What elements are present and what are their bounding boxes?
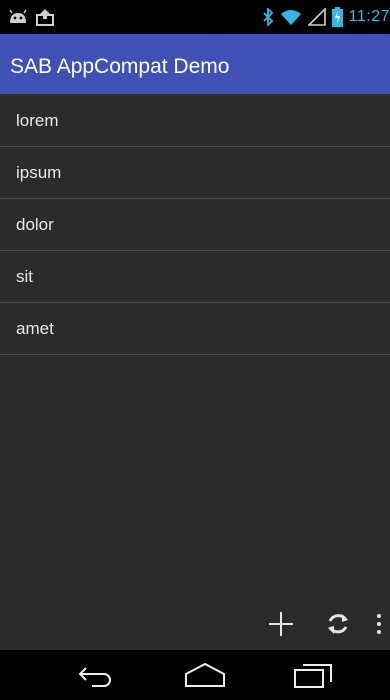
battery-charging-icon bbox=[331, 7, 343, 27]
add-icon[interactable] bbox=[267, 610, 295, 643]
back-icon[interactable] bbox=[76, 662, 116, 693]
list-item[interactable]: dolor bbox=[0, 199, 390, 251]
signal-icon bbox=[307, 8, 326, 26]
overflow-menu-icon[interactable] bbox=[375, 610, 383, 643]
status-right-icons: 11:27 bbox=[262, 0, 390, 34]
status-bar: 11:27 bbox=[0, 0, 390, 34]
list-item[interactable]: lorem bbox=[0, 95, 390, 147]
list-item[interactable]: amet bbox=[0, 303, 390, 355]
upload-icon bbox=[36, 8, 54, 26]
app-title: SAB AppCompat Demo bbox=[10, 55, 230, 78]
list-item[interactable]: ipsum bbox=[0, 147, 390, 199]
status-time: 11:27 bbox=[348, 8, 390, 25]
refresh-icon[interactable] bbox=[324, 610, 352, 643]
action-bar: SAB AppCompat Demo bbox=[0, 34, 390, 94]
item-list: lorem ipsum dolor sit amet bbox=[0, 95, 390, 355]
list-item[interactable]: sit bbox=[0, 251, 390, 303]
navigation-bar bbox=[0, 650, 390, 700]
wifi-icon bbox=[280, 8, 302, 26]
status-left-icons bbox=[8, 5, 54, 29]
recent-apps-icon[interactable] bbox=[293, 662, 333, 693]
android-debug-icon bbox=[8, 9, 28, 25]
bluetooth-icon bbox=[262, 8, 274, 26]
split-action-bar bbox=[0, 596, 390, 650]
home-icon[interactable] bbox=[184, 662, 226, 693]
